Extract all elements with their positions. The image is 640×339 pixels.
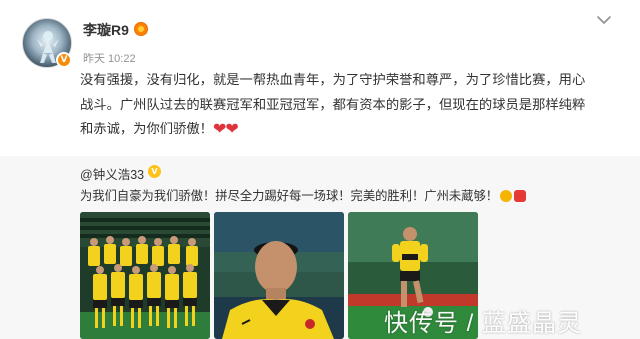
post-text-line: 没有强援，没有归化，就是一帮热血青年，为了守护荣誉和尊严，为了珍惜比赛，用心 [80,72,586,87]
chevron-down-icon[interactable] [596,14,612,26]
weibo-post: V 李璇R9 昨天 10:22 没有强援，没有归化，就是一帮热血青年，为了守护荣… [0,0,640,339]
player-portrait[interactable] [214,212,344,339]
repost-text-content: 为我们自豪为我们骄傲！拼尽全力踢好每一场球！完美的胜利！广州未蔵够！ [80,189,499,203]
repost-author[interactable]: @钟义浩33 [80,164,144,183]
username[interactable]: 李璇R9 [83,20,129,40]
heart-icon: ❤❤ [212,121,239,138]
post-text: 没有强援，没有归化，就是一帮热血青年，为了守护荣誉和尊严，为了珍惜比赛，用心 战… [80,68,628,143]
verified-badge: V [56,52,72,68]
post-text-line-end: 和赤诚，为你们骄傲！ [80,121,213,136]
clap-emoji-icon [500,190,513,202]
post-text-line: 和赤诚，为你们骄傲！❤❤ [80,117,628,143]
post-text-line: 战斗。广州队过去的联赛冠军和亚冠冠军，都有资本的影子，但现在的球员是那样纯粹 [80,96,586,112]
member-badge-icon[interactable] [134,22,148,36]
watermark: 快传号 / 蓝盛晶灵 [384,310,583,337]
team-photo[interactable] [80,212,210,339]
repost-text: 为我们自豪为我们骄傲！拼尽全力踢好每一场球！完美的胜利！广州未蔵够！ [80,186,527,204]
timestamp[interactable]: 昨天 10:22 [83,50,136,66]
repost-verified-badge: V [148,165,161,178]
fire-emoji-icon [514,190,527,202]
